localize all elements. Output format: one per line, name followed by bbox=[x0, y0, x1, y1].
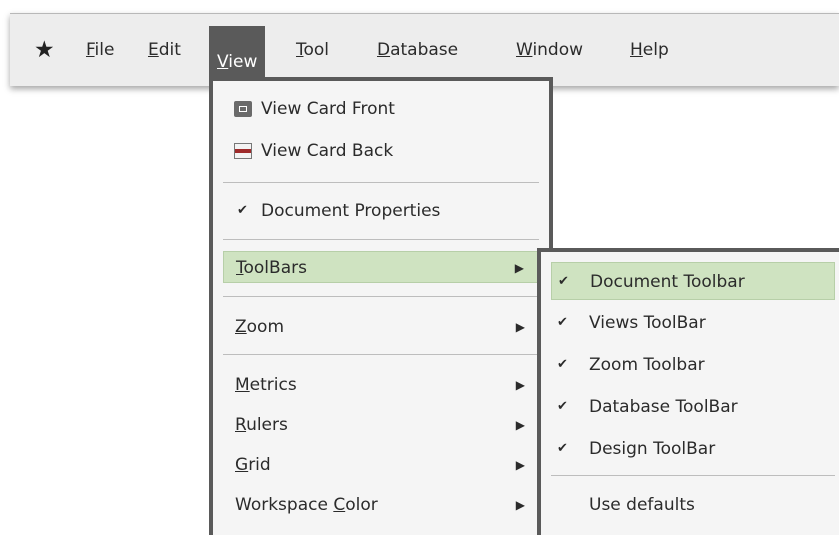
label-rest: etrics bbox=[249, 375, 297, 395]
menu-help-label: elp bbox=[642, 40, 669, 60]
menu-item-label: Metrics bbox=[235, 369, 297, 401]
submenu-arrow-icon: ▶ bbox=[515, 320, 525, 334]
checkmark-icon: ✔ bbox=[237, 203, 248, 218]
menu-bar: ★ File Edit View Tool Database Window He… bbox=[10, 13, 839, 86]
submenu-arrow-icon: ▶ bbox=[515, 458, 525, 472]
mnemonic: C bbox=[333, 495, 346, 515]
menu-view-mnemonic: V bbox=[217, 52, 229, 72]
submenu-item-label: Zoom Toolbar bbox=[589, 355, 705, 375]
menu-view-label: iew bbox=[228, 52, 258, 72]
checkmark-icon: ✔ bbox=[558, 274, 569, 289]
menu-item-label: Zoom bbox=[235, 311, 284, 343]
star-icon[interactable]: ★ bbox=[34, 36, 55, 64]
submenu-arrow-icon: ▶ bbox=[514, 261, 524, 275]
mnemonic: R bbox=[235, 415, 247, 435]
menu-separator bbox=[223, 239, 539, 240]
submenu-item-database-toolbar[interactable]: ✔ Database ToolBar bbox=[551, 388, 835, 426]
menu-help-mnemonic: H bbox=[630, 40, 643, 60]
checkmark-icon: ✔ bbox=[557, 315, 568, 330]
menu-window-label: indow bbox=[532, 40, 584, 60]
submenu-item-document-toolbar[interactable]: ✔ Document Toolbar bbox=[551, 262, 835, 300]
menu-item-view-card-back[interactable]: View Card Back bbox=[223, 135, 539, 167]
menu-separator bbox=[223, 296, 539, 297]
menu-item-rulers[interactable]: Rulers ▶ bbox=[223, 409, 539, 441]
menu-item-label: View Card Front bbox=[261, 99, 395, 119]
label-rest: olor bbox=[345, 495, 378, 515]
checkmark-icon: ✔ bbox=[557, 399, 568, 414]
submenu-arrow-icon: ▶ bbox=[515, 418, 525, 432]
submenu-item-label: Document Toolbar bbox=[590, 272, 745, 292]
mnemonic: G bbox=[235, 455, 249, 475]
submenu-item-label: Views ToolBar bbox=[589, 313, 706, 333]
menu-tool-label: ool bbox=[303, 40, 330, 60]
toolbars-submenu: ✔ Document Toolbar ✔ Views ToolBar ✔ Zoo… bbox=[537, 248, 839, 535]
submenu-item-design-toolbar[interactable]: ✔ Design ToolBar bbox=[551, 430, 835, 468]
menu-tool[interactable]: Tool bbox=[296, 36, 329, 64]
menu-item-label: ToolBars bbox=[236, 252, 307, 284]
submenu-item-use-defaults[interactable]: Use defaults bbox=[551, 486, 835, 524]
submenu-arrow-icon: ▶ bbox=[515, 378, 525, 392]
menu-item-view-card-front[interactable]: View Card Front bbox=[223, 93, 539, 125]
label-pre: Workspace bbox=[235, 495, 334, 515]
menu-item-grid[interactable]: Grid ▶ bbox=[223, 449, 539, 481]
label-rest: oom bbox=[246, 317, 285, 337]
checkmark-icon: ✔ bbox=[557, 357, 568, 372]
menu-item-label: Grid bbox=[235, 449, 271, 481]
menu-file[interactable]: File bbox=[86, 36, 114, 64]
menu-help[interactable]: Help bbox=[630, 36, 669, 64]
mnemonic: M bbox=[235, 375, 250, 395]
label-rest: oolBars bbox=[243, 258, 307, 278]
menu-edit-label: dit bbox=[158, 40, 181, 60]
view-menu-dropdown: View Card Front View Card Back ✔ Documen… bbox=[209, 77, 553, 535]
menu-edit[interactable]: Edit bbox=[148, 36, 181, 64]
submenu-item-label: Use defaults bbox=[589, 495, 695, 515]
menu-item-label: Document Properties bbox=[261, 201, 441, 221]
menu-edit-mnemonic: E bbox=[148, 40, 159, 60]
menu-item-label: Rulers bbox=[235, 409, 288, 441]
menu-item-label: Workspace Color bbox=[235, 489, 378, 521]
toolbars-submenu-body: ✔ Document Toolbar ✔ Views ToolBar ✔ Zoo… bbox=[541, 252, 839, 535]
menu-separator bbox=[551, 475, 835, 476]
menu-window[interactable]: Window bbox=[516, 36, 583, 64]
menu-item-toolbars[interactable]: ToolBars ▶ bbox=[223, 251, 539, 283]
window-top-strip bbox=[0, 0, 839, 13]
menu-window-mnemonic: W bbox=[516, 40, 533, 60]
menu-item-zoom[interactable]: Zoom ▶ bbox=[223, 311, 539, 343]
card-front-icon bbox=[234, 101, 252, 117]
mnemonic: T bbox=[236, 258, 244, 278]
menu-database-label: atabase bbox=[390, 40, 459, 60]
menu-database-mnemonic: D bbox=[377, 40, 391, 60]
menu-item-metrics[interactable]: Metrics ▶ bbox=[223, 369, 539, 401]
menu-item-document-properties[interactable]: ✔ Document Properties bbox=[223, 195, 539, 227]
submenu-item-label: Database ToolBar bbox=[589, 397, 738, 417]
submenu-arrow-icon: ▶ bbox=[515, 498, 525, 512]
label-rest: rid bbox=[248, 455, 271, 475]
menu-file-label: ile bbox=[94, 40, 115, 60]
submenu-item-zoom-toolbar[interactable]: ✔ Zoom Toolbar bbox=[551, 346, 835, 384]
menu-item-workspace-color[interactable]: Workspace Color ▶ bbox=[223, 489, 539, 521]
submenu-item-label: Design ToolBar bbox=[589, 439, 716, 459]
menu-separator bbox=[223, 182, 539, 183]
menu-file-mnemonic: F bbox=[86, 40, 95, 60]
view-menu-body: View Card Front View Card Back ✔ Documen… bbox=[213, 81, 549, 535]
menu-separator bbox=[223, 354, 539, 355]
menu-tool-mnemonic: T bbox=[296, 40, 304, 60]
mnemonic: Z bbox=[235, 317, 247, 337]
menu-database[interactable]: Database bbox=[377, 36, 458, 64]
card-back-icon bbox=[234, 143, 252, 159]
checkmark-icon: ✔ bbox=[557, 441, 568, 456]
menu-item-label: View Card Back bbox=[261, 141, 394, 161]
label-rest: ulers bbox=[246, 415, 288, 435]
submenu-item-views-toolbar[interactable]: ✔ Views ToolBar bbox=[551, 304, 835, 342]
